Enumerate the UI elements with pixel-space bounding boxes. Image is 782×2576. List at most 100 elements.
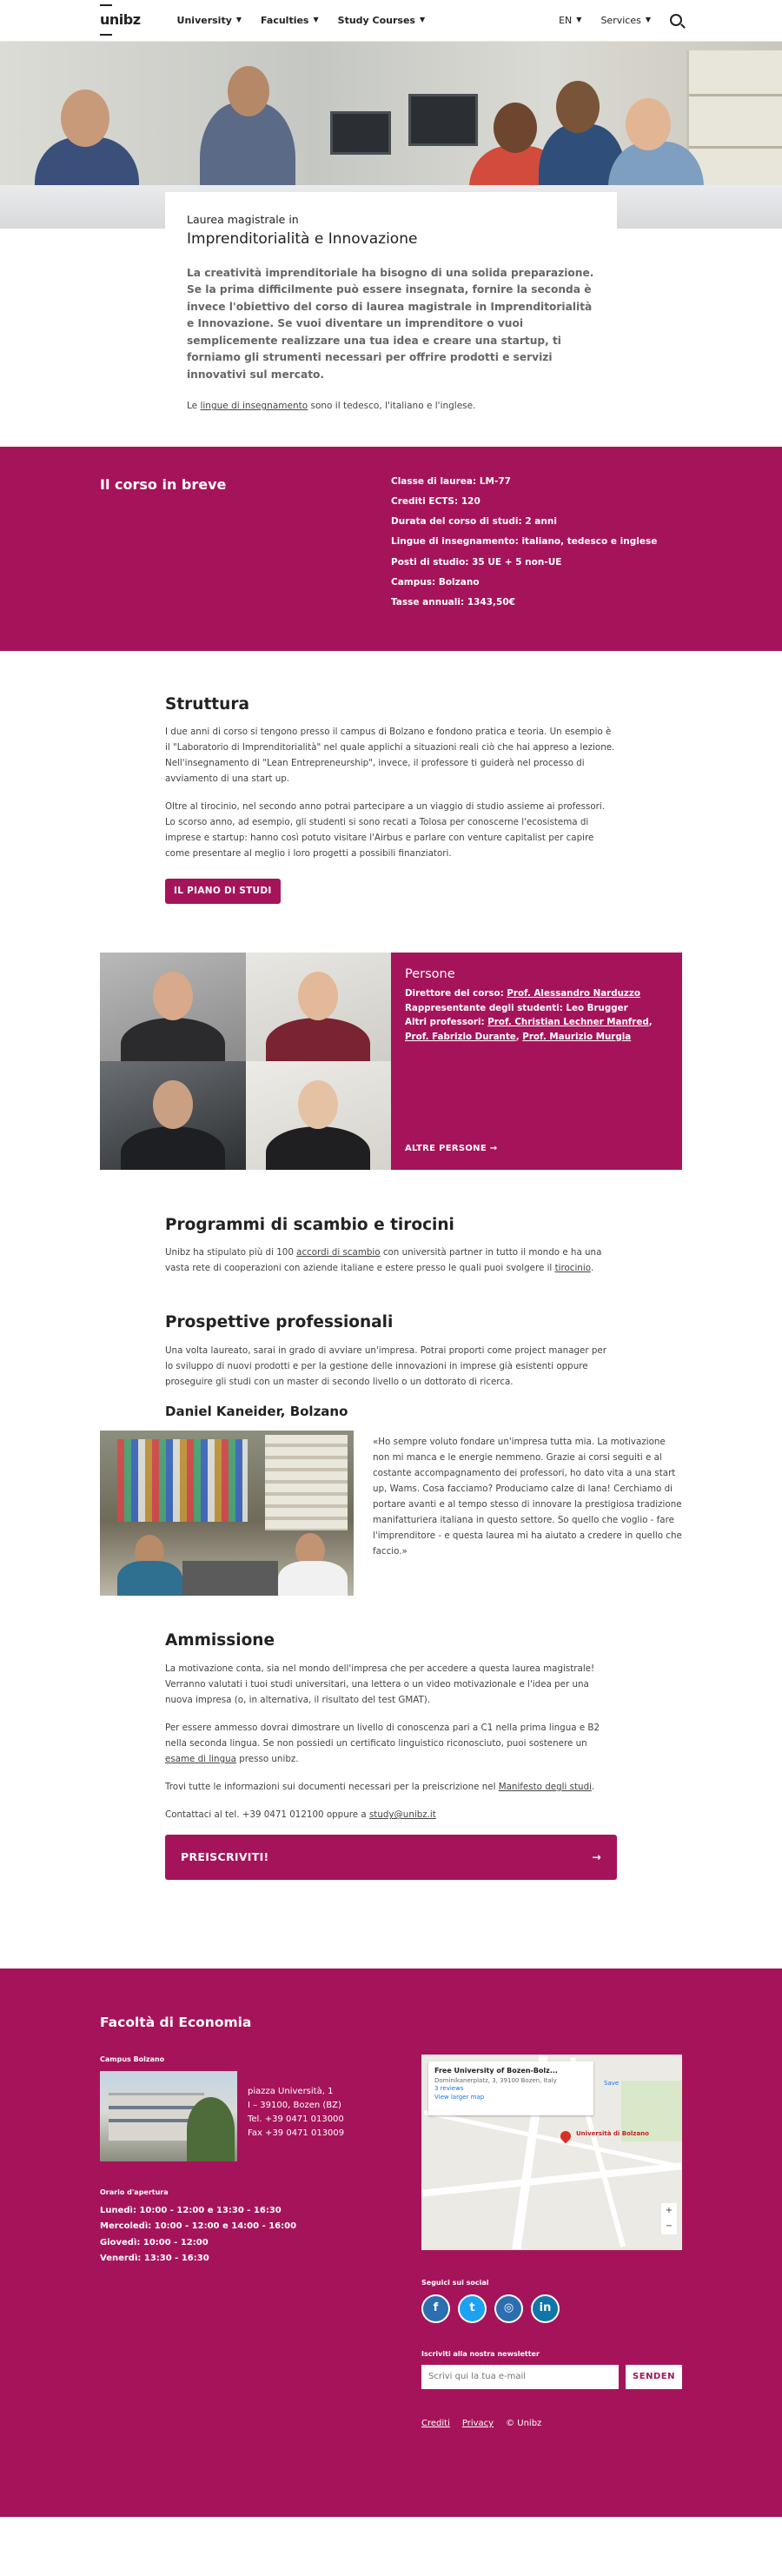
person-photo [100, 1060, 246, 1170]
newsletter-email-input[interactable] [421, 2364, 619, 2389]
chevron-down-icon: ▼ [419, 16, 426, 24]
twitter-icon[interactable]: t [458, 2294, 487, 2323]
structure-title: Struttura [165, 694, 249, 714]
address-line: piazza Università, 1 [248, 2086, 334, 2096]
director-link[interactable]: Prof. Alessandro Narduzzo [507, 988, 640, 999]
chevron-down-icon: ▼ [235, 16, 242, 24]
chevron-down-icon: ▼ [576, 16, 582, 24]
course-facts: Classe di laurea: LM-77 Crediti ECTS: 12… [391, 475, 657, 618]
internship-link[interactable]: tirocinio [555, 1263, 591, 1273]
preregister-button[interactable]: PREISCRIVITI! → [165, 1835, 617, 1881]
course-fact: Lingue di insegnamento: italiano, tedesc… [391, 536, 658, 548]
intro-lead: La creatività imprenditoriale ha bisogno… [187, 266, 594, 381]
map-larger-link[interactable]: View larger map [434, 2094, 587, 2102]
people-info: Persone Direttore del corso: Prof. Aless… [391, 952, 682, 1170]
map-place-address: Dominikanerplatz, 3, 39100 Bozen, Italy [434, 2076, 557, 2084]
opening-hours-label: Orario d'apertura [100, 2188, 169, 2196]
campus-photo [100, 2070, 237, 2161]
social-links: f t ◎ in [421, 2294, 682, 2323]
structure-section: Struttura I due anni di corso si tengono… [165, 651, 617, 904]
structure-paragraph-2: Oltre al tirocinio, nel secondo anno pot… [165, 801, 605, 860]
map-save-button[interactable]: Save [604, 2079, 619, 2088]
search-icon[interactable] [670, 14, 682, 27]
nav-university-label: University [176, 14, 232, 26]
prospects-section: Prospettive professionali Una volta laur… [165, 1288, 617, 1422]
nav-study-courses-label: Study Courses [337, 14, 415, 26]
admission-paragraph-3: Trovi tutte le informazioni sui document… [165, 1779, 617, 1795]
copyright: © Unibz [506, 2418, 542, 2428]
admission-paragraph-1: La motivazione conta, sia nel mondo dell… [165, 1663, 595, 1706]
nav-study-courses[interactable]: Study Courses ▼ [338, 13, 425, 28]
course-fact: Tasse annuali: 1343,50€ [391, 597, 515, 608]
course-fact: Classe di laurea: LM-77 [391, 475, 511, 487]
zoom-controls[interactable]: + − [661, 2203, 677, 2235]
newsletter-submit-button[interactable]: SENDEN [626, 2364, 682, 2389]
study-manifesto-link[interactable]: Manifesto degli studi [499, 1782, 592, 1792]
linkedin-icon[interactable]: in [531, 2294, 560, 2323]
address-line: I – 39100, Bozen (BZ) [248, 2100, 341, 2110]
nav-university[interactable]: University ▼ [177, 13, 242, 28]
professor-link[interactable]: Prof. Fabrizio Durante [405, 1032, 516, 1042]
chevron-down-icon: ▼ [313, 16, 319, 24]
others-label: Altri professori: [405, 1017, 488, 1028]
instagram-icon[interactable]: ◎ [494, 2294, 523, 2323]
admission-p2-post: presso unibz. [235, 1754, 299, 1765]
person-photo [100, 952, 246, 1061]
exchange-title: Programmi di scambio e tirocini [165, 1215, 454, 1234]
facebook-icon[interactable]: f [421, 2294, 450, 2323]
footer: Facoltà di Economia Campus Bolzano piazz… [0, 1969, 782, 2518]
exchange-section: Programmi di scambio e tirocini Unibz ha… [165, 1170, 617, 1277]
nav-faculties[interactable]: Faculties ▼ [261, 13, 319, 28]
course-in-brief: Il corso in breve Classe di laurea: LM-7… [0, 446, 782, 651]
newsletter-form: SENDEN [421, 2364, 682, 2389]
admission-section: Ammissione La motivazione conta, sia nel… [165, 1596, 617, 1881]
exchange-post: . [590, 1263, 594, 1274]
language-exam-link[interactable]: esame di lingua [165, 1754, 236, 1764]
exchange-text: Unibz ha stipulato più di 100 accordi di… [165, 1245, 617, 1276]
professor-link[interactable]: Prof. Christian Lechner Manfred [487, 1017, 648, 1027]
testimonial-name: Daniel Kaneider, Bolzano [165, 1404, 348, 1420]
arrow-right-icon: → [592, 1850, 601, 1864]
email-link[interactable]: study@unibz.it [369, 1809, 436, 1820]
campus-label: Campus Bolzano [100, 2055, 165, 2064]
people-section: Persone Direttore del corso: Prof. Aless… [100, 952, 682, 1170]
social-label: Seguici sui social [421, 2279, 489, 2287]
prospects-text: Una volta laureato, sarai in grado di av… [165, 1345, 606, 1388]
chevron-down-icon: ▼ [645, 16, 651, 24]
teaching-languages-link[interactable]: lingue di insegnamento [200, 401, 308, 411]
admission-p3-post: . [591, 1782, 595, 1793]
campus-address: piazza Università, 1 I – 39100, Bozen (B… [248, 2071, 344, 2161]
nav-faculties-label: Faculties [261, 14, 309, 26]
map-pin-label: Università di Bolzano [576, 2130, 649, 2138]
director-label: Direttore del corso: [405, 988, 507, 999]
teaching-languages-post: sono il tedesco, l'italiano e l'inglese. [308, 401, 476, 412]
exchange-agreements-link[interactable]: accordi di scambio [296, 1247, 380, 1258]
testimonial-photo [100, 1431, 354, 1597]
admission-contact: Contattaci al tel. +39 0471 012100 oppur… [165, 1807, 617, 1822]
location-map[interactable]: Free University of Bozen-Bolz... Dominik… [421, 2055, 682, 2251]
more-people-link[interactable]: ALTRE PERSONE → [405, 1142, 497, 1156]
admission-p3-pre: Trovi tutte le informazioni sui document… [165, 1782, 499, 1793]
services-menu[interactable]: Services ▼ [600, 13, 651, 28]
newsletter-label: Iscriviti alla nostra newsletter [421, 2349, 540, 2358]
preregister-label: PREISCRIVITI! [181, 1850, 269, 1864]
study-plan-button[interactable]: IL PIANO DI STUDI [165, 879, 281, 904]
footer-contact: Campus Bolzano piazza Università, 1 I – … [100, 2055, 421, 2430]
map-reviews-link[interactable]: 3 reviews [434, 2085, 587, 2094]
professor-link[interactable]: Prof. Maurizio Murgia [522, 1032, 631, 1042]
course-in-brief-title: Il corso in breve [100, 475, 227, 493]
course-fact: Durata del corso di studi: 2 anni [391, 516, 557, 528]
language-label: EN [559, 14, 573, 26]
privacy-link[interactable]: Privacy [462, 2417, 494, 2431]
prospects-title: Prospettive professionali [165, 1313, 394, 1332]
language-selector[interactable]: EN ▼ [559, 13, 581, 28]
course-fact: Campus: Bolzano [391, 576, 480, 588]
unibz-logo[interactable]: unibz [100, 4, 141, 36]
people-title: Persone [405, 966, 455, 981]
teaching-languages: Le lingue di insegnamento sono il tedesc… [187, 399, 595, 413]
faculty-title: Facoltà di Economia [100, 2015, 252, 2031]
credits-link[interactable]: Crediti [421, 2417, 450, 2431]
admission-paragraph-2: Per essere ammesso dovrai dimostrare un … [165, 1720, 617, 1767]
structure-paragraph-1: I due anni di corso si tengono presso il… [165, 727, 615, 785]
map-place-card: Free University of Bozen-Bolz... Dominik… [428, 2061, 593, 2116]
